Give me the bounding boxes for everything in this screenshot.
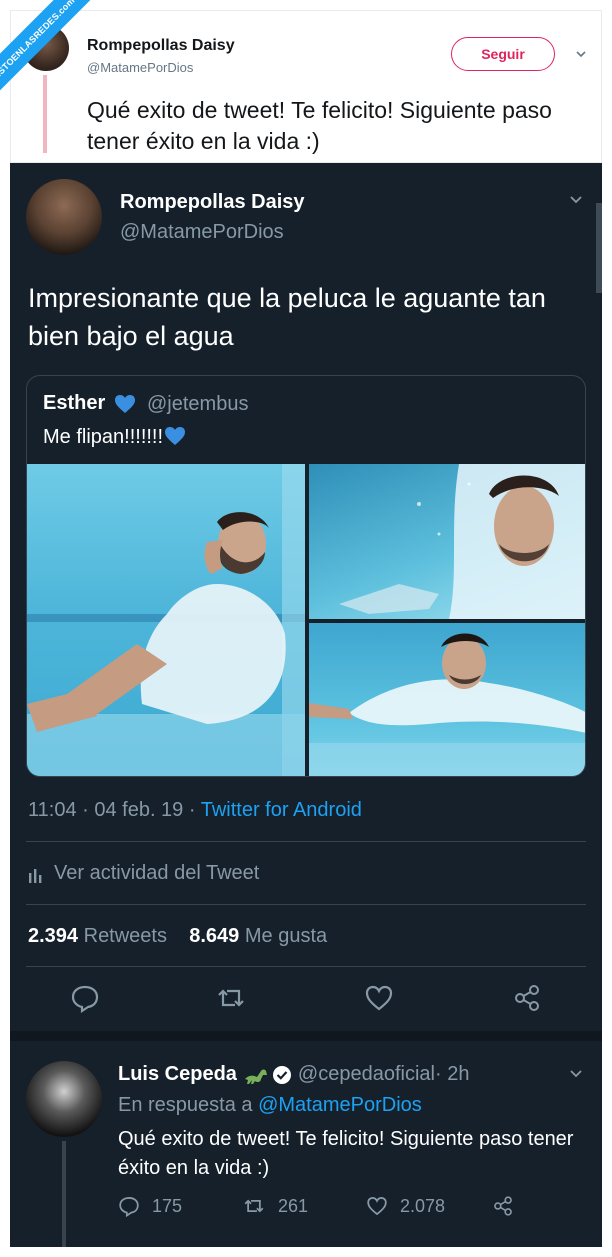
reply-header: Luis Cepeda @cepedaoficial · 2h: [118, 1063, 469, 1086]
verified-badge-icon: [272, 1065, 291, 1084]
like-icon: [367, 1197, 387, 1216]
scrollbar[interactable]: [596, 203, 602, 293]
thread-line: [62, 1141, 66, 1247]
dinosaur-emoji-icon: [244, 1069, 267, 1084]
in-reply-prefix: En respuesta a: [118, 1094, 259, 1116]
in-reply-to: En respuesta a @MatamePorDios: [118, 1094, 422, 1117]
tweet-actions: [10, 983, 602, 1033]
reply-author-name[interactable]: Luis Cepeda: [118, 1063, 237, 1086]
view-activity-link[interactable]: Ver actividad del Tweet: [28, 862, 259, 885]
divider: [26, 966, 586, 967]
blue-heart-icon: [165, 427, 186, 445]
reply-icon[interactable]: [70, 983, 100, 1013]
chevron-down-icon[interactable]: [568, 1065, 584, 1081]
photo-man-floating-underwater[interactable]: [309, 623, 585, 776]
share-icon[interactable]: [512, 983, 542, 1013]
retweet-count: 261: [278, 1195, 309, 1216]
divider: [26, 904, 586, 905]
reply-count: 175: [152, 1195, 183, 1216]
quoted-author-name: Esther: [43, 392, 106, 414]
quoted-text: Me flipan!!!!!!!: [43, 426, 164, 448]
retweets-stat[interactable]: 2.394 Retweets: [28, 925, 167, 947]
activity-label: Ver actividad del Tweet: [54, 862, 260, 884]
avatar[interactable]: [26, 1061, 102, 1137]
tweet-text: Qué exito de tweet! Te felicito! Siguien…: [87, 97, 552, 154]
photo-man-sitting-underwater[interactable]: [27, 464, 305, 776]
author-name[interactable]: Rompepollas Daisy: [120, 191, 305, 214]
thread-line: [43, 75, 47, 153]
share-icon: [494, 1196, 512, 1216]
timestamp-text: 11:04 · 04 feb. 19 ·: [28, 799, 201, 821]
follow-button[interactable]: Seguir: [451, 37, 555, 71]
divider: [26, 841, 586, 842]
retweets-count: 2.394: [28, 925, 79, 947]
like-count: 2.078: [400, 1195, 446, 1216]
tweet-text: Impresionante que la peluca le aguante t…: [28, 283, 546, 351]
author-name[interactable]: Rompepollas Daisy: [87, 37, 235, 55]
reply-time: · 2h: [434, 1063, 470, 1085]
quoted-author-handle: @jetembus: [147, 393, 249, 415]
like-icon[interactable]: [364, 983, 394, 1013]
retweet-icon: [244, 1199, 264, 1213]
reply-button[interactable]: 175: [118, 1195, 182, 1217]
author-handle[interactable]: @MatamePorDios: [87, 60, 193, 75]
section-divider: [10, 1031, 602, 1041]
retweet-button[interactable]: 261: [242, 1195, 308, 1217]
reply-icon: [119, 1197, 139, 1217]
reply-text: Qué exito de tweet! Te felicito! Siguien…: [118, 1128, 574, 1179]
retweets-label: Retweets: [78, 925, 167, 947]
likes-stat[interactable]: 8.649 Me gusta: [189, 925, 327, 947]
like-button[interactable]: 2.078: [366, 1195, 445, 1217]
reply-actions: 175 261 2.078: [118, 1195, 558, 1225]
retweet-icon[interactable]: [216, 983, 246, 1013]
bar-chart-icon: [29, 868, 42, 883]
blue-heart-icon: [115, 395, 135, 413]
embedded-tweet: Rompepollas Daisy @MatamePorDios Impresi…: [10, 163, 602, 1247]
chevron-down-icon[interactable]: [568, 191, 584, 207]
reply-author-handle[interactable]: @cepedaoficial: [298, 1063, 435, 1086]
avatar[interactable]: [26, 179, 102, 255]
reply-tweet-card: Rompepollas Daisy @MatamePorDios Seguir …: [10, 10, 602, 163]
in-reply-to-link[interactable]: @MatamePorDios: [258, 1094, 422, 1116]
photo-man-face-underwater[interactable]: [309, 464, 585, 619]
quoted-tweet[interactable]: Esther @jetembus Me flipan!!!!!!!: [26, 375, 586, 777]
chevron-down-icon[interactable]: [574, 47, 588, 61]
author-handle[interactable]: @MatamePorDios: [120, 221, 284, 244]
tweet-timestamp[interactable]: 11:04 · 04 feb. 19 · Twitter for Android: [28, 799, 362, 822]
likes-count: 8.649: [189, 925, 240, 947]
tweet-stats: 2.394 Retweets 8.649 Me gusta: [28, 925, 327, 948]
quoted-tweet-text: Me flipan!!!!!!!: [43, 426, 186, 449]
source-link[interactable]: Twitter for Android: [201, 799, 362, 821]
share-button[interactable]: [492, 1195, 526, 1217]
likes-label: Me gusta: [239, 925, 328, 947]
